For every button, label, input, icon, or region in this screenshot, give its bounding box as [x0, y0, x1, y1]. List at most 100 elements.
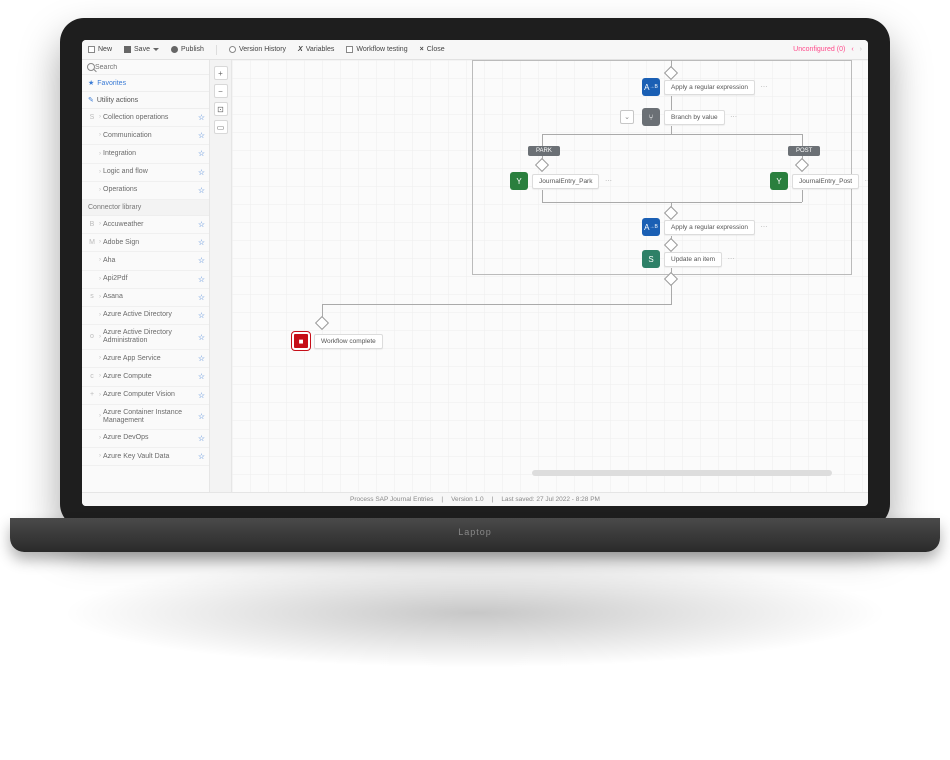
node-label: Apply a regular expression	[664, 220, 755, 235]
green-action-icon: Y	[510, 172, 528, 190]
chevron-left-icon[interactable]: ‹	[851, 46, 853, 53]
node-menu-icon[interactable]: ⋯	[729, 113, 739, 121]
star-icon[interactable]: ☆	[198, 434, 205, 443]
version-history-label: Version History	[239, 46, 286, 53]
fit-button[interactable]: ⊡	[214, 102, 228, 116]
version-history-button[interactable]: Version History	[229, 46, 286, 53]
horizontal-scrollbar[interactable]	[532, 470, 832, 476]
sidebar-item[interactable]: s›Asana☆	[82, 289, 209, 307]
connector-diamond-icon	[315, 316, 329, 330]
sidebar-item[interactable]: +›Azure Computer Vision☆	[82, 387, 209, 405]
minimap-button[interactable]: ▭	[214, 120, 228, 134]
sidebar-item-label: Azure App Service	[103, 355, 196, 363]
sidebar-item[interactable]: c›Azure Compute☆	[82, 368, 209, 386]
sidebar-item[interactable]: ›Azure Container Instance Management☆	[82, 405, 209, 430]
new-button[interactable]: New	[88, 46, 112, 53]
sidebar-item[interactable]: M›Adobe Sign☆	[82, 234, 209, 252]
app-window: New Save Publish Version History XVariab…	[82, 40, 868, 506]
sidebar-item[interactable]: ›Communication☆	[82, 127, 209, 145]
connector	[542, 190, 543, 202]
star-icon[interactable]: ☆	[198, 238, 205, 247]
connector	[671, 126, 672, 134]
status-bar: Process SAP Journal Entries | Version 1.…	[82, 492, 868, 506]
update-item-node[interactable]: S Update an item ⋯	[642, 250, 736, 268]
close-button[interactable]: ×Close	[420, 46, 445, 53]
star-icon[interactable]: ☆	[198, 113, 205, 122]
expand-toggle[interactable]: ⌄	[620, 110, 634, 124]
star-icon[interactable]: ☆	[198, 354, 205, 363]
laptop-label: Laptop	[10, 518, 940, 537]
workflow-name: Process SAP Journal Entries	[350, 496, 433, 503]
star-icon[interactable]: ☆	[198, 149, 205, 158]
star-icon[interactable]: ☆	[198, 311, 205, 320]
sidebar-item[interactable]: ›Azure App Service☆	[82, 350, 209, 368]
close-label: Close	[427, 46, 445, 53]
zoom-out-button[interactable]: −	[214, 84, 228, 98]
star-icon[interactable]: ☆	[198, 452, 205, 461]
status-badge[interactable]: Unconfigured (0)	[793, 46, 845, 53]
connector	[671, 284, 672, 304]
sidebar-item[interactable]: ›Azure DevOps☆	[82, 430, 209, 448]
sidebar: ★Favorites ✎Utility actions S›Collection…	[82, 60, 210, 492]
laptop-shadow	[60, 558, 890, 668]
star-icon[interactable]: ☆	[198, 275, 205, 284]
laptop-base: Laptop	[10, 518, 940, 552]
node-menu-icon[interactable]: ⋯	[759, 83, 769, 91]
node-label: Update an item	[664, 252, 722, 267]
regex-node[interactable]: A→B Apply a regular expression ⋯	[642, 78, 769, 96]
sidebar-item[interactable]: ›Azure Key Vault Data☆	[82, 448, 209, 466]
star-icon[interactable]: ☆	[198, 372, 205, 381]
star-icon[interactable]: ☆	[198, 256, 205, 265]
node-menu-icon[interactable]: ⋯	[759, 223, 769, 231]
save-button[interactable]: Save	[124, 46, 159, 53]
workflow-complete-node[interactable]: ■ Workflow complete	[292, 332, 383, 350]
regex-node-2[interactable]: A→B Apply a regular expression ⋯	[642, 218, 769, 236]
new-label: New	[98, 46, 112, 53]
workflow-testing-button[interactable]: Workflow testing	[346, 46, 407, 53]
je-park-node[interactable]: Y JournalEntry_Park ⋯	[510, 172, 613, 190]
node-menu-icon[interactable]: ⋯	[603, 177, 613, 185]
sidebar-item[interactable]: B›Accuweather☆	[82, 216, 209, 234]
sidebar-item[interactable]: ›Operations☆	[82, 182, 209, 200]
star-icon[interactable]: ☆	[198, 131, 205, 140]
sidebar-item-label: Azure Computer Vision	[103, 391, 196, 399]
star-icon[interactable]: ☆	[198, 293, 205, 302]
connector	[542, 202, 802, 203]
sidebar-item[interactable]: ›Logic and flow☆	[82, 164, 209, 182]
sidebar-item[interactable]: ›Azure Active Directory☆	[82, 307, 209, 325]
node-menu-icon[interactable]: ⋯	[726, 255, 736, 263]
sidebar-item[interactable]: ›Aha☆	[82, 252, 209, 270]
search-icon	[87, 63, 95, 71]
star-icon[interactable]: ☆	[198, 186, 205, 195]
favorites-header[interactable]: ★Favorites	[82, 75, 209, 92]
sidebar-item[interactable]: ›Api2Pdf☆	[82, 271, 209, 289]
node-menu-icon[interactable]: ⋯	[863, 177, 868, 185]
star-icon[interactable]: ☆	[198, 333, 205, 342]
search-input[interactable]	[95, 64, 204, 71]
star-icon[interactable]: ☆	[198, 168, 205, 177]
sidebar-item-label: Azure Container Instance Management	[103, 409, 196, 425]
sidebar-item[interactable]: S›Collection operations☆	[82, 109, 209, 127]
star-icon[interactable]: ☆	[198, 412, 205, 421]
sidebar-item[interactable]: ›Integration☆	[82, 145, 209, 163]
sidebar-item-label: Azure Active Directory	[103, 311, 196, 319]
utility-header[interactable]: ✎Utility actions	[82, 92, 209, 109]
sidebar-item[interactable]: o›Azure Active Directory Administration☆	[82, 325, 209, 350]
favorites-label: Favorites	[97, 80, 126, 87]
branch-node[interactable]: ⑂ Branch by value ⋯	[642, 108, 739, 126]
star-icon[interactable]: ☆	[198, 220, 205, 229]
zoom-in-button[interactable]: +	[214, 66, 228, 80]
publish-button[interactable]: Publish	[171, 46, 204, 53]
sharepoint-icon: S	[642, 250, 660, 268]
variables-button[interactable]: XVariables	[298, 46, 334, 53]
chevron-right-icon[interactable]: ›	[860, 46, 862, 53]
canvas[interactable]: A→B Apply a regular expression ⋯ ⌄ ⑂ Bra…	[232, 60, 868, 492]
publish-label: Publish	[181, 46, 204, 53]
connector	[542, 134, 802, 135]
je-post-node[interactable]: Y JournalEntry_Post ⋯	[770, 172, 868, 190]
canvas-tools: + − ⊡ ▭	[210, 60, 232, 492]
laptop-frame: New Save Publish Version History XVariab…	[60, 18, 890, 528]
workflow-testing-label: Workflow testing	[356, 46, 407, 53]
stop-icon: ■	[292, 332, 310, 350]
star-icon[interactable]: ☆	[198, 391, 205, 400]
